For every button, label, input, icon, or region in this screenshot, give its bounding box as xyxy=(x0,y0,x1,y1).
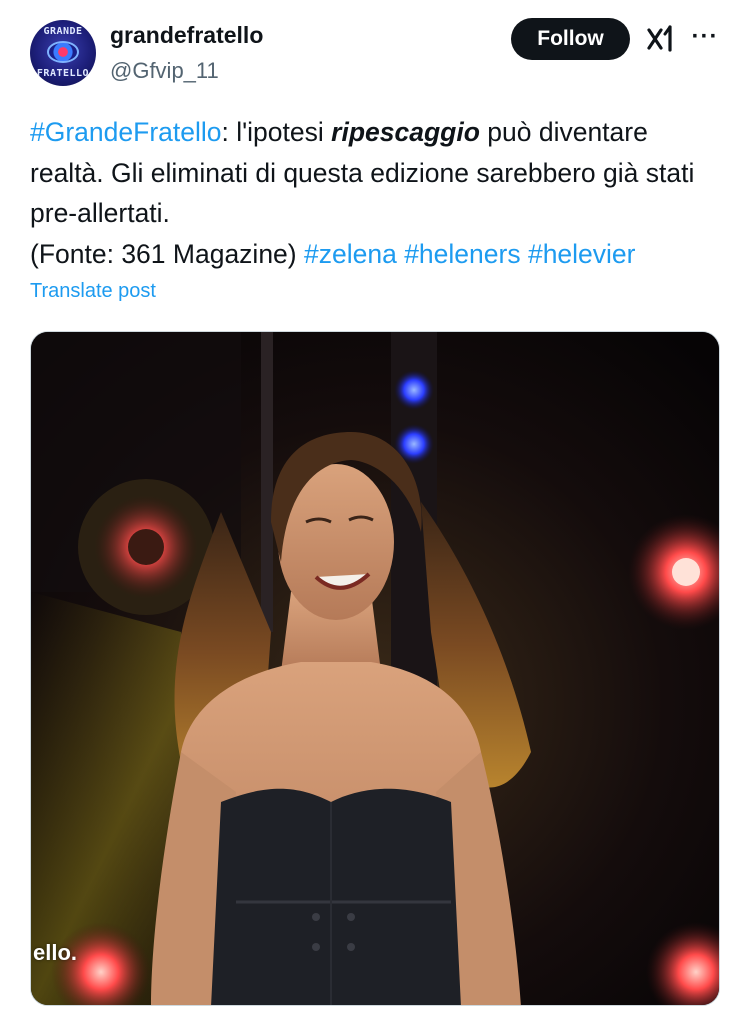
watermark-text: ello. xyxy=(33,940,78,965)
hashtag-link[interactable]: #heleners xyxy=(404,239,520,269)
more-icon[interactable]: ··· xyxy=(690,22,720,52)
hashtag-link[interactable]: #zelena xyxy=(304,239,397,269)
hashtag-link[interactable]: #helevier xyxy=(528,239,636,269)
translate-post-link[interactable]: Translate post xyxy=(30,280,156,303)
avatar[interactable]: GRANDE FRATELLO xyxy=(30,20,96,86)
post-text: #GrandeFratello: l'ipotesi ripescaggio p… xyxy=(30,112,725,274)
display-name[interactable]: grandefratello xyxy=(110,22,263,49)
post-image[interactable]: ello. xyxy=(30,331,720,1006)
user-handle[interactable]: @Gfvip_11 xyxy=(110,58,219,84)
avatar-text-bottom: FRATELLO xyxy=(36,68,90,79)
stage-photo-illustration xyxy=(31,332,719,1005)
post-header: GRANDE FRATELLO grandefratello @Gfvip_11… xyxy=(0,0,750,100)
post-source-text: (Fonte: 361 Magazine) xyxy=(30,238,304,269)
hashtag-link[interactable]: #GrandeFratello xyxy=(30,117,222,147)
grok-icon[interactable] xyxy=(646,24,676,54)
logo-eye-icon xyxy=(47,41,79,63)
post-text-emphasis: ripescaggio xyxy=(331,117,480,147)
post-text-part: : l'ipotesi xyxy=(221,117,332,147)
follow-button[interactable]: Follow xyxy=(511,18,630,60)
avatar-text-top: GRANDE xyxy=(43,26,83,37)
